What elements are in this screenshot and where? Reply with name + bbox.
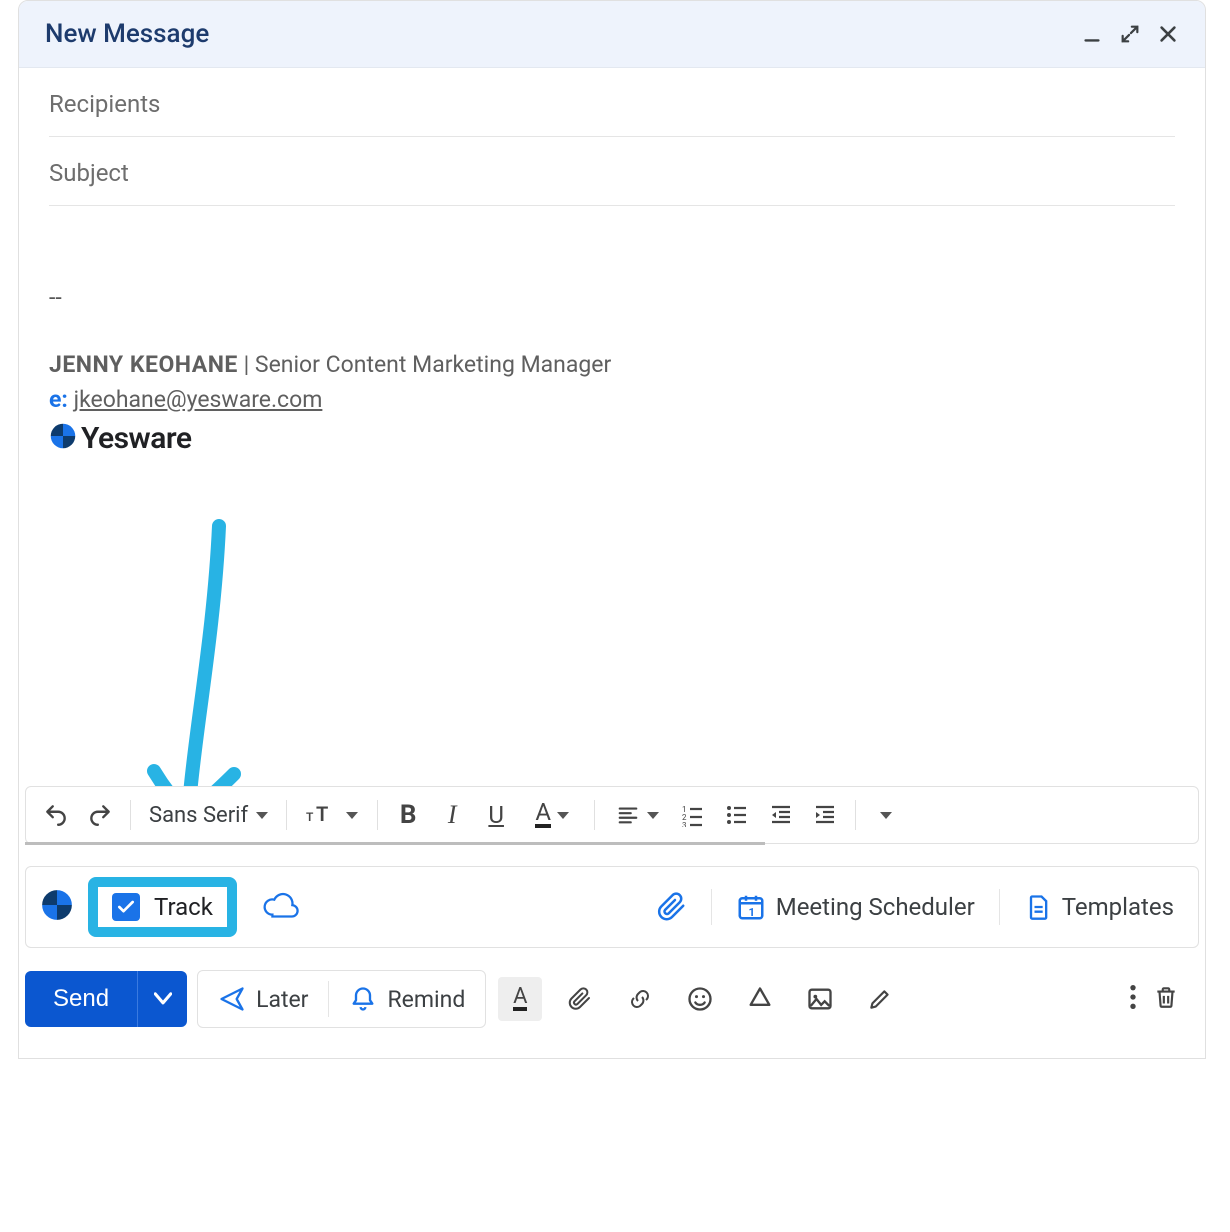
signature-title-sep: |	[238, 351, 255, 378]
svg-text:1: 1	[748, 906, 754, 919]
bold-button[interactable]: B	[388, 795, 428, 835]
subject-placeholder: Subject	[49, 159, 129, 187]
later-remind-group: Later Remind	[197, 970, 486, 1028]
text-color-dropdown[interactable]: A	[520, 795, 584, 835]
templates-button[interactable]: Templates	[1014, 885, 1184, 929]
yesware-toolbar: Track 1 Meeting Scheduler Templates	[25, 866, 1199, 948]
signature-name: JENNY KEOHANE	[49, 351, 238, 378]
numbered-list-button[interactable]: 123	[673, 795, 713, 835]
remind-label: Remind	[387, 986, 465, 1013]
meeting-scheduler-label: Meeting Scheduler	[776, 893, 975, 921]
more-options-icon[interactable]	[1129, 983, 1137, 1015]
text-format-toggle-icon[interactable]: A	[498, 977, 542, 1021]
italic-button[interactable]: I	[432, 795, 472, 835]
formatting-toolbar: Sans Serif TT B I U A 123	[25, 786, 1199, 844]
compose-action-icons: A	[498, 977, 902, 1021]
font-size-dropdown[interactable]: TT	[297, 795, 367, 835]
recipients-field[interactable]: Recipients	[49, 68, 1175, 137]
yesware-brand-text: Yesware	[81, 421, 191, 456]
recipients-placeholder: Recipients	[49, 90, 160, 118]
compose-header: New Message	[19, 1, 1205, 68]
signature-line-2: e: jkeohane@yesware.com	[49, 386, 1175, 413]
indent-less-button[interactable]	[761, 795, 801, 835]
later-label: Later	[256, 986, 308, 1013]
insert-link-icon[interactable]	[618, 977, 662, 1021]
compose-title: New Message	[45, 19, 209, 49]
signature-title: Senior Content Marketing Manager	[255, 351, 611, 378]
yesware-mark-icon	[49, 422, 77, 456]
align-dropdown[interactable]	[605, 795, 669, 835]
font-family-dropdown[interactable]: Sans Serif	[141, 795, 276, 835]
yesware-logo: Yesware	[49, 421, 1175, 456]
underline-button[interactable]: U	[476, 795, 516, 835]
close-icon[interactable]	[1157, 23, 1179, 45]
chevron-down-icon	[880, 812, 892, 819]
signature-email-link[interactable]: jkeohane@yesware.com	[74, 386, 323, 413]
chevron-down-icon	[346, 812, 358, 819]
attach-file-icon[interactable]	[558, 977, 602, 1021]
meeting-scheduler-button[interactable]: 1 Meeting Scheduler	[726, 886, 985, 928]
send-button[interactable]: Send	[25, 971, 137, 1027]
track-checkbox-icon	[112, 893, 140, 921]
bulleted-list-button[interactable]	[717, 795, 757, 835]
discard-draft-icon[interactable]	[1153, 982, 1179, 1016]
svg-text:T: T	[306, 810, 314, 824]
later-button[interactable]: Later	[198, 971, 328, 1027]
send-toolbar: Send Later Remind A	[25, 970, 1199, 1028]
indent-more-button[interactable]	[805, 795, 845, 835]
minimize-icon[interactable]	[1081, 23, 1103, 45]
signature-line-1: JENNY KEOHANE | Senior Content Marketing…	[49, 351, 1175, 378]
chevron-down-icon	[256, 812, 268, 819]
compose-body[interactable]: -- JENNY KEOHANE | Senior Content Market…	[19, 206, 1205, 786]
pen-icon[interactable]	[858, 977, 902, 1021]
track-button[interactable]: Track	[88, 877, 237, 937]
window-controls	[1081, 23, 1179, 45]
undo-icon[interactable]	[36, 795, 76, 835]
svg-text:T: T	[316, 803, 328, 826]
chevron-down-icon	[647, 812, 659, 819]
insert-emoji-icon[interactable]	[678, 977, 722, 1021]
redo-icon[interactable]	[80, 795, 120, 835]
cloud-button[interactable]	[251, 886, 309, 928]
compose-fields: Recipients Subject	[19, 68, 1205, 206]
subject-field[interactable]: Subject	[49, 137, 1175, 206]
remind-button[interactable]: Remind	[329, 971, 485, 1027]
compose-window: New Message Recipients Subject -- JENNY …	[18, 0, 1206, 1059]
svg-text:3: 3	[682, 821, 687, 827]
signature-email-label: e:	[49, 386, 68, 413]
signature-divider: --	[49, 284, 1175, 311]
more-formatting-dropdown[interactable]	[866, 795, 906, 835]
templates-label: Templates	[1062, 893, 1174, 921]
insert-photo-icon[interactable]	[798, 977, 842, 1021]
yesware-icon[interactable]	[40, 888, 74, 926]
font-family-label: Sans Serif	[149, 803, 248, 828]
expand-icon[interactable]	[1119, 23, 1141, 45]
attach-button[interactable]	[647, 884, 697, 930]
track-label: Track	[154, 893, 213, 921]
send-more-dropdown[interactable]	[137, 971, 187, 1027]
drive-icon[interactable]	[738, 977, 782, 1021]
chevron-down-icon	[557, 812, 569, 819]
